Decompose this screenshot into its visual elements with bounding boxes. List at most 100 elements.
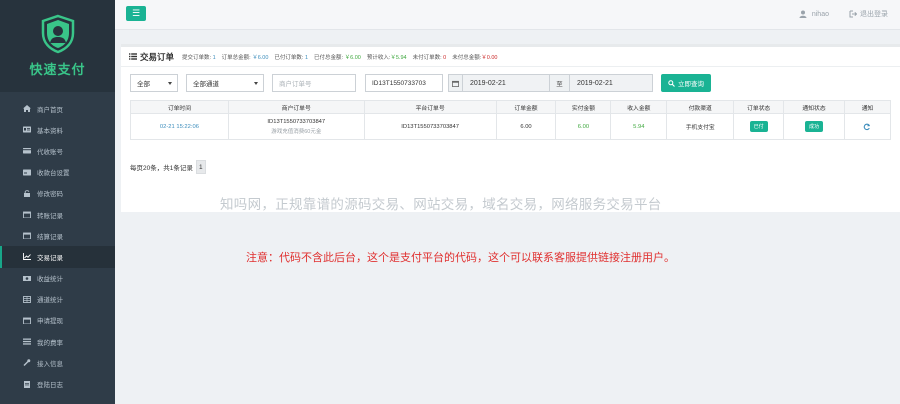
orders-table: 订单时间 商户订单号 平台订单号 订单金额 实付金额 收入金额 付款渠道 订单状… bbox=[130, 100, 892, 140]
sidebar-item-withdraw[interactable]: 申请提现 bbox=[0, 310, 115, 331]
sidebar-item-transaction-records[interactable]: 交易记录 bbox=[0, 246, 115, 268]
chart-icon bbox=[23, 253, 31, 261]
orders-panel: 交易订单 提交订单数: 1 订单总金额: ￥6.00 已付订单数: 1 已付总金… bbox=[121, 44, 900, 212]
notify-status-cell: 成功 bbox=[783, 113, 845, 140]
username[interactable]: nihao bbox=[812, 11, 829, 18]
sidebar-item-channel-stats[interactable]: 通道统计 bbox=[0, 289, 115, 310]
user-icon bbox=[799, 10, 807, 18]
stat-paid-count: 已付订单数: 1 bbox=[274, 54, 309, 61]
sidebar-item-label: 申请提现 bbox=[37, 317, 63, 326]
income-amount-cell: 5.94 bbox=[610, 113, 668, 140]
topbar: ☰ nihao 退出登录 bbox=[115, 0, 900, 30]
calendar-icon bbox=[23, 317, 31, 324]
filter-bar: 全部 全部通道 商户订单号 ID13T1550733703 2019-02-21… bbox=[130, 74, 711, 92]
stat-paid-total: 已付总金额: ￥6.00 bbox=[314, 54, 361, 61]
table-header-row: 订单时间 商户订单号 平台订单号 订单金额 实付金额 收入金额 付款渠道 订单状… bbox=[130, 100, 892, 114]
panel-header: 交易订单 提交订单数: 1 订单总金额: ￥6.00 已付订单数: 1 已付总金… bbox=[121, 47, 900, 67]
col-notify-status: 通知状态 bbox=[783, 100, 845, 114]
stat-unpaid-total: 未付总金额:￥0.00 bbox=[452, 54, 498, 61]
notice-text: 注意：代码不含此后台，这个是支付平台的代码，这个可以联系客服提供链接注册用户。 bbox=[246, 251, 675, 264]
pagination: 每页20条，共1条记录 1 bbox=[130, 160, 206, 174]
status-select[interactable]: 全部 bbox=[130, 74, 178, 92]
wallet-icon bbox=[23, 147, 31, 154]
shield-logo-icon bbox=[41, 14, 74, 54]
order-status-badge: 已付 bbox=[749, 121, 768, 132]
sidebar-item-label: 代收账号 bbox=[37, 147, 63, 156]
calendar-icon bbox=[23, 211, 31, 219]
money-icon bbox=[23, 275, 31, 282]
order-amount-cell: 6.00 bbox=[495, 113, 557, 140]
sidebar-item-login-log[interactable]: 登陆日志 bbox=[0, 373, 115, 394]
sidebar-item-change-password[interactable]: 修改密码 bbox=[0, 183, 115, 204]
sidebar-item-settlement-records[interactable]: 结算记录 bbox=[0, 225, 115, 246]
table-row: 02-21 15:22:06 ID13T1550733703847 游戏充值消费… bbox=[130, 113, 892, 140]
sidebar-item-cashier-settings[interactable]: 收款台设置 bbox=[0, 162, 115, 183]
grid-icon bbox=[23, 295, 31, 303]
lock-icon bbox=[23, 190, 31, 197]
panel-title-text: 交易订单 bbox=[140, 52, 175, 63]
calendar-icon bbox=[448, 74, 463, 92]
menu-toggle-button[interactable]: ☰ bbox=[126, 6, 146, 21]
stat-submitted-count: 提交订单数: 1 bbox=[182, 54, 216, 61]
sidebar-item-label: 接入信息 bbox=[37, 359, 63, 368]
hamburger-icon: ☰ bbox=[131, 8, 141, 18]
sidebar-item-label: 修改密码 bbox=[37, 190, 63, 199]
merchant-order-input[interactable]: 商户订单号 bbox=[272, 74, 356, 92]
watermark-text: 知吗网，正规靠谱的源码交易、网站交易，域名交易，网络服务交易平台 bbox=[220, 197, 662, 213]
sidebar-item-label: 转账记录 bbox=[37, 211, 63, 220]
merchant-order-number: ID13T1550733703847 bbox=[267, 118, 326, 125]
sidebar-item-label: 商户首页 bbox=[37, 105, 63, 114]
search-button[interactable]: 立即查询 bbox=[661, 74, 711, 92]
order-status-cell: 已付 bbox=[733, 113, 785, 140]
sidebar-item-profile[interactable]: 基本资料 bbox=[0, 119, 115, 140]
sidebar-item-label: 收款台设置 bbox=[37, 169, 70, 178]
paid-amount-cell: 6.00 bbox=[555, 113, 612, 140]
sidebar-item-home[interactable]: 商户首页 bbox=[0, 98, 115, 119]
col-order-amount: 订单金额 bbox=[495, 100, 557, 114]
date-to-input[interactable]: 2019-02-21 bbox=[570, 74, 653, 92]
id-card-icon bbox=[23, 126, 31, 133]
page-button[interactable]: 1 bbox=[195, 160, 206, 174]
sidebar-nav: 商户首页 基本资料 代收账号 收款台设置 修改密码 转账记录 结算记录 交易记录… bbox=[0, 98, 115, 395]
col-paid-amount: 实付金额 bbox=[555, 100, 612, 114]
list-icon bbox=[129, 53, 137, 60]
sidebar-item-label: 交易记录 bbox=[37, 253, 63, 262]
col-income-amount: 收入金额 bbox=[610, 100, 668, 114]
sidebar-item-transfer-records[interactable]: 转账记录 bbox=[0, 204, 115, 225]
sidebar-item-integration-info[interactable]: 接入信息 bbox=[0, 352, 115, 373]
date-range: 2019-02-21 至 2019-02-21 bbox=[448, 74, 653, 92]
notify-cell bbox=[843, 113, 892, 140]
sidebar-item-label: 结算记录 bbox=[37, 232, 63, 241]
order-time-cell[interactable]: 02-21 15:22:06 bbox=[130, 113, 229, 140]
platform-order-input[interactable]: ID13T1550733703 bbox=[365, 74, 443, 92]
caret-down-icon bbox=[168, 82, 172, 85]
pagination-summary: 每页20条，共1条记录 bbox=[130, 165, 193, 172]
refresh-icon[interactable] bbox=[863, 123, 871, 131]
sidebar-item-collection-account[interactable]: 代收账号 bbox=[0, 140, 115, 161]
user-area: nihao 退出登录 bbox=[799, 9, 888, 19]
doc-icon bbox=[23, 380, 31, 388]
date-from-input[interactable]: 2019-02-21 bbox=[463, 74, 550, 92]
sidebar-item-income-stats[interactable]: 收益统计 bbox=[0, 268, 115, 289]
card-icon bbox=[23, 169, 31, 176]
sidebar-item-label: 我的费率 bbox=[37, 338, 63, 347]
col-pay-channel: 付款渠道 bbox=[666, 100, 735, 114]
sidebar-item-label: 基本资料 bbox=[37, 126, 63, 135]
stat-order-total: 订单总金额: ￥6.00 bbox=[221, 54, 269, 61]
brand-name: 快速支付 bbox=[29, 63, 86, 78]
platform-order-cell: ID13T1550733703847 bbox=[363, 113, 497, 140]
logo: 快速支付 bbox=[0, 0, 115, 92]
caret-down-icon bbox=[254, 82, 258, 85]
channel-select[interactable]: 全部通道 bbox=[186, 74, 264, 92]
col-platform-order: 平台订单号 bbox=[363, 100, 497, 114]
pay-channel-cell: 手机支付宝 bbox=[666, 113, 735, 140]
panel-title: 交易订单 bbox=[129, 51, 174, 63]
date-separator: 至 bbox=[550, 74, 570, 92]
logout-button[interactable]: 退出登录 bbox=[849, 9, 888, 19]
sidebar-item-label: 收益统计 bbox=[37, 275, 63, 284]
col-order-time: 订单时间 bbox=[130, 100, 229, 114]
sidebar-item-my-rates[interactable]: 我的费率 bbox=[0, 331, 115, 352]
home-icon bbox=[23, 105, 31, 113]
stat-unpaid-count: 未付订单数: 0 bbox=[412, 54, 447, 61]
col-merchant-order: 商户订单号 bbox=[227, 100, 365, 114]
